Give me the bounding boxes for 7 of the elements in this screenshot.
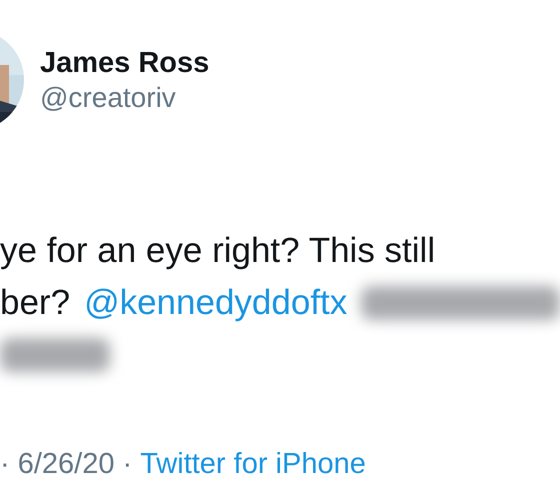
tweet-text: ye for an eye right? This still — [0, 230, 436, 272]
mention-link[interactable]: @kennedyddoftx — [84, 277, 348, 329]
author-name: James Ross — [40, 46, 210, 81]
tweet-text: ber? — [0, 282, 70, 324]
tweet-date: · 6/26/20 · — [0, 447, 132, 482]
source-link[interactable]: Twitter for iPhone — [140, 443, 366, 486]
author-handle: @creatoriv — [40, 80, 177, 114]
